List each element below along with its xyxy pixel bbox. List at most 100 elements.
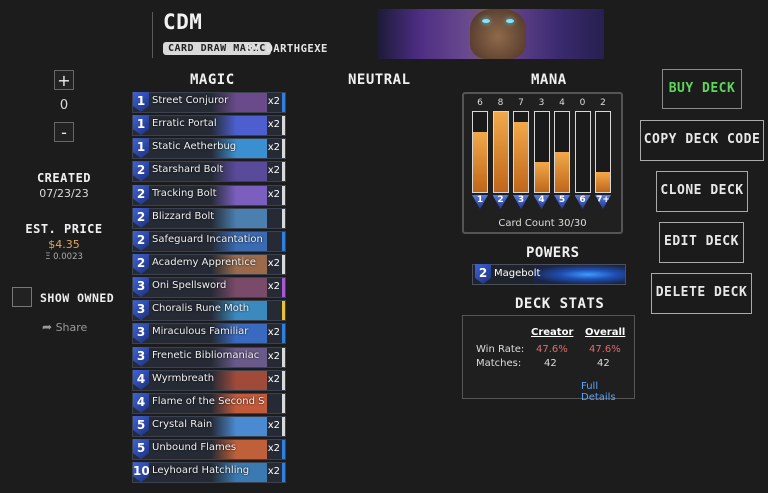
- buy-deck-button[interactable]: BUY DECK: [662, 69, 742, 109]
- clone-deck-button[interactable]: CLONE DECK: [656, 171, 748, 212]
- card-cost: 5: [133, 439, 149, 460]
- share-button[interactable]: ➦ Share: [42, 320, 87, 334]
- card-name: Unbound Flames: [152, 442, 237, 454]
- card-rarity-strip: [282, 162, 285, 182]
- delete-deck-button[interactable]: DELETE DECK: [651, 273, 752, 314]
- neutral-column-heading: NEUTRAL: [348, 72, 411, 88]
- deck-stats-heading: DECK STATS: [515, 296, 605, 312]
- card-row[interactable]: 1 Erratic Portal x2: [132, 115, 286, 137]
- mana-bar-count: 2: [600, 98, 606, 108]
- card-row[interactable]: 1 Static Aetherbug x2: [132, 138, 286, 160]
- card-cost: 3: [133, 346, 149, 367]
- card-name: Academy Apprentice: [152, 256, 256, 268]
- card-rarity-strip: [282, 278, 285, 298]
- card-row[interactable]: 2 Starshard Bolt x2: [132, 161, 286, 183]
- mana-cost-label: 6: [574, 195, 591, 209]
- mana-bar: [513, 111, 529, 193]
- header-divider: [152, 12, 153, 58]
- mana-cost-label: 7+: [595, 195, 611, 209]
- mana-bar-count: 0: [579, 98, 586, 108]
- creator-win-rate: 47.6%: [536, 344, 568, 355]
- card-rarity-strip: [282, 393, 285, 413]
- overall-win-rate: 47.6%: [589, 344, 621, 355]
- card-cost: 1: [133, 138, 149, 159]
- mana-bar-count: 8: [497, 98, 504, 108]
- card-row[interactable]: 3 Miraculous Familiar x2: [132, 323, 286, 345]
- card-cost: 3: [133, 300, 149, 321]
- mana-cost-label: 1: [472, 195, 488, 209]
- card-row[interactable]: 5 Unbound Flames x2: [132, 439, 286, 461]
- powers-heading: POWERS: [526, 245, 580, 261]
- card-count: x2: [267, 119, 280, 131]
- mana-bar-column: 61: [472, 98, 488, 209]
- card-cost: 2: [133, 207, 149, 228]
- mana-bar-fill: [514, 122, 528, 192]
- card-count: x2: [267, 188, 280, 200]
- card-row[interactable]: 5 Crystal Rain x2: [132, 415, 286, 437]
- mana-cost-label: 4: [533, 195, 550, 209]
- increase-quantity-button[interactable]: +: [54, 70, 74, 90]
- card-rarity-strip: [282, 370, 285, 390]
- card-row[interactable]: 2 Tracking Bolt x2: [132, 184, 286, 206]
- card-count: x2: [267, 373, 280, 385]
- card-row[interactable]: 2 Blizzard Bolt: [132, 207, 286, 229]
- card-cost: 2: [133, 230, 149, 251]
- card-row[interactable]: 2 Safeguard Incantation: [132, 230, 286, 252]
- card-name: Frenetic Bibliomaniac: [152, 349, 260, 361]
- card-rarity-strip: [282, 324, 285, 344]
- banner-eye-left: [482, 19, 490, 23]
- mana-bar-fill: [473, 132, 487, 192]
- mana-bar-fill: [596, 172, 610, 192]
- card-row[interactable]: 1 Street Conjuror x2: [132, 92, 286, 113]
- mana-bar-count: 6: [477, 98, 483, 108]
- magic-card-list: 1 Street Conjuror x2 1 Erratic Portal x2 1 Stat…: [132, 92, 286, 485]
- card-name: Tracking Bolt: [152, 187, 217, 199]
- mana-bar-count: 7: [518, 98, 524, 108]
- card-rarity-strip: [282, 440, 285, 460]
- card-rarity-strip: [282, 208, 285, 228]
- created-date: 07/23/23: [39, 187, 89, 200]
- show-owned-checkbox[interactable]: [12, 287, 32, 307]
- stats-creator-header: Creator: [531, 327, 574, 338]
- card-name: Street Conjuror: [152, 95, 229, 106]
- deck-stats-panel: Creator Overall Win Rate: 47.6% 47.6% Ma…: [462, 315, 635, 403]
- mana-bar-column: 34: [533, 98, 550, 209]
- card-row[interactable]: 2 Academy Apprentice x2: [132, 253, 286, 275]
- full-details-link[interactable]: Full Details: [581, 381, 634, 403]
- card-rarity-strip: [282, 231, 285, 251]
- card-count: x2: [267, 257, 280, 269]
- mana-bar-column: 73: [513, 98, 529, 209]
- card-row[interactable]: 4Flame of the Second Shatte...: [132, 392, 286, 414]
- card-name: Safeguard Incantation: [152, 233, 263, 245]
- creator-matches: 42: [544, 358, 557, 369]
- mana-cost-label: 2: [492, 195, 509, 209]
- mana-bar: [554, 111, 570, 193]
- est-price-label: EST. PRICE: [25, 222, 103, 236]
- card-name: Blizzard Bolt: [152, 210, 215, 222]
- card-name: Wyrmbreath: [152, 372, 215, 384]
- card-rarity-strip: [282, 93, 285, 112]
- decrease-quantity-button[interactable]: -: [54, 122, 74, 142]
- card-rarity-strip: [282, 301, 285, 321]
- power-card[interactable]: 2 Magebolt: [472, 264, 626, 285]
- edit-deck-button[interactable]: EDIT DECK: [659, 222, 744, 263]
- deck-banner-image: [378, 9, 604, 59]
- card-rarity-strip: [282, 416, 285, 436]
- card-row[interactable]: 4 Wyrmbreath x2: [132, 369, 286, 391]
- created-label: CREATED: [36, 171, 92, 185]
- mana-bar: [574, 111, 591, 193]
- mana-curve-chart: Card Count 30/30 6 1 8 2 7 3 3 4 4 5 0 6 2 7+: [462, 92, 623, 234]
- card-count: x2: [267, 281, 280, 293]
- card-rarity-strip: [282, 139, 285, 159]
- card-row[interactable]: 3 Frenetic Bibliomaniac x2: [132, 346, 286, 368]
- card-row[interactable]: 3 Oni Spellsword x2: [132, 277, 286, 299]
- card-row[interactable]: 10 Leyhoard Hatchling x2: [132, 462, 286, 484]
- deck-author: BY DARTHGEXE: [246, 43, 328, 55]
- card-cost: 5: [133, 415, 149, 436]
- card-name: Oni Spellsword: [152, 280, 227, 292]
- power-card-art: [533, 265, 625, 284]
- copy-deck-code-button[interactable]: COPY DECK CODE: [640, 120, 764, 161]
- matches-label: Matches:: [476, 358, 522, 369]
- card-row[interactable]: 3 Choralis Rune Moth: [132, 300, 286, 322]
- card-cost: 2: [133, 253, 149, 274]
